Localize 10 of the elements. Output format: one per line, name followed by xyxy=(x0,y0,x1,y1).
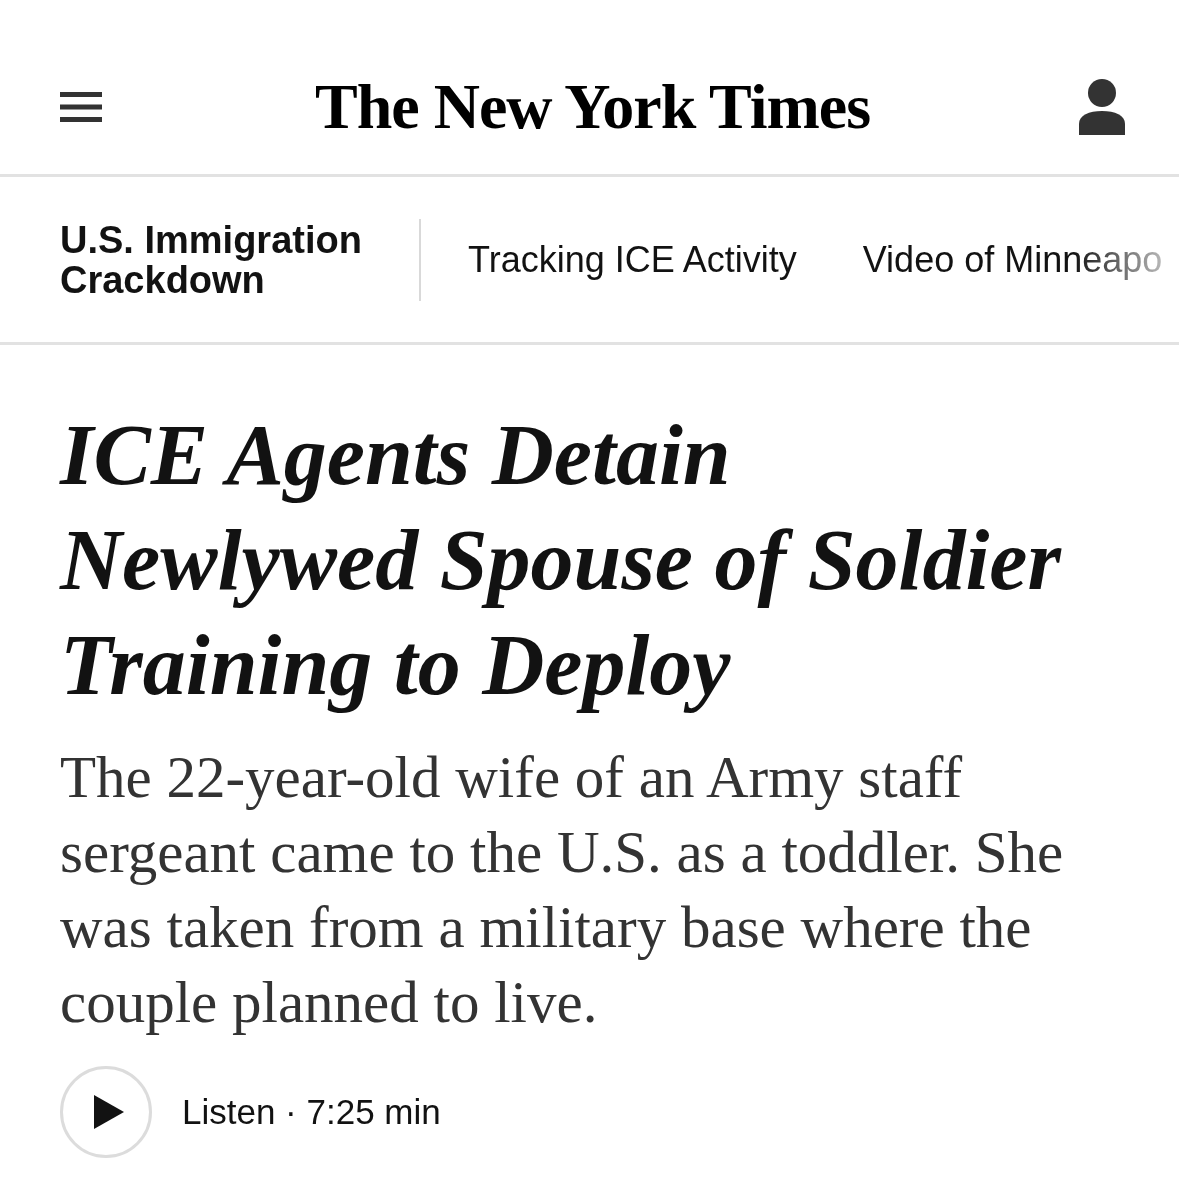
menu-icon[interactable] xyxy=(60,92,102,122)
listen-duration[interactable]: Listen · 7:25 min xyxy=(182,1085,441,1139)
summary: The 22-year-old wife of an Army staff sergeant came to the U.S. as a toddler. She was taken from a military base where the couple planned to live. xyxy=(60,743,1065,1037)
nav-link[interactable]: Tracking ICE Activity xyxy=(468,232,797,287)
section-link[interactable]: U.S. Immigration Crackdown xyxy=(60,219,400,300)
headline: ICE Agents Detain Newlywed Spouse of Soldier Training to Deploy xyxy=(60,406,1063,715)
person-icon[interactable] xyxy=(1079,79,1125,135)
play-icon xyxy=(94,1095,124,1129)
nav-link[interactable]: Video of Minneapo xyxy=(862,232,1163,287)
logo[interactable]: The New York Times xyxy=(314,75,871,139)
